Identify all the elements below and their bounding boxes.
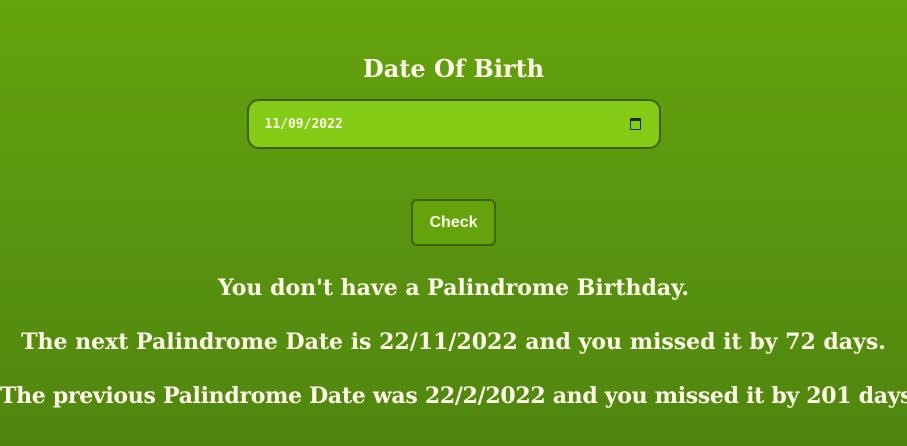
- date-of-birth-label: Date Of Birth: [362, 54, 545, 83]
- date-of-birth-input[interactable]: 11/09/2022: [246, 99, 661, 149]
- check-button[interactable]: Check: [411, 199, 496, 246]
- page-container: Date Of Birth 11/09/2022 Check You don't…: [0, 0, 907, 436]
- calendar-icon[interactable]: [629, 118, 641, 130]
- result-output: You don't have a Palindrome Birthday. Th…: [0, 274, 907, 436]
- next-palindrome-message: The next Palindrome Date is 22/11/2022 a…: [21, 329, 886, 355]
- date-value: 11/09/2022: [264, 116, 343, 132]
- result-message: You don't have a Palindrome Birthday.: [217, 275, 690, 301]
- previous-palindrome-message: The previous Palindrome Date was 22/2/20…: [0, 383, 907, 409]
